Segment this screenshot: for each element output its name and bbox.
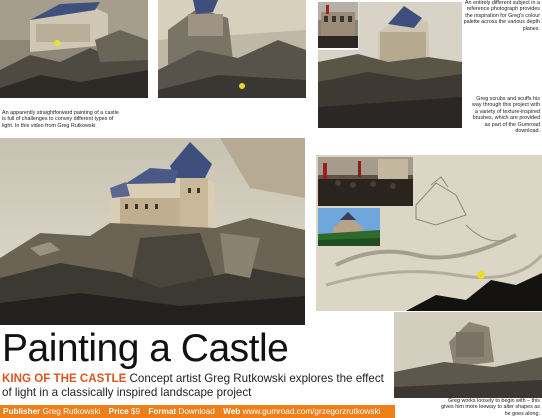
reference-photo-city <box>318 2 358 48</box>
caption-progress-1: An apparently straightforward painting o… <box>2 110 119 129</box>
main-castle-painting <box>0 138 305 325</box>
product-info-bar: Publisher Greg Rutkowski Price $9 Format… <box>0 405 395 418</box>
price-label: Price <box>108 407 129 416</box>
caption-reference-photo: An entirely different subject in a refer… <box>463 0 540 32</box>
painting-progress-1 <box>0 0 148 98</box>
publisher-value: Greg Rutkowski <box>42 407 101 416</box>
format-label: Format <box>148 407 177 416</box>
caption-loose-start: Greg works loosely to begin with – this … <box>441 398 540 417</box>
article-title: Painting a Castle <box>2 327 289 370</box>
caption-brushes: Greg scrubs and scuffs his way through t… <box>471 96 540 135</box>
reference-photo-crowd <box>318 157 413 206</box>
web-link[interactable]: www.gumroad.com/grzegorzrutkowski <box>243 407 381 416</box>
publisher-label: Publisher <box>3 407 41 416</box>
standfirst: KING OF THE CASTLE Concept artist Greg R… <box>2 372 392 399</box>
painting-progress-2 <box>158 0 306 98</box>
format-value: Download <box>178 407 215 416</box>
reference-photo-castle <box>318 208 380 246</box>
web-label: Web <box>223 407 241 416</box>
price-value: $9 <box>130 407 141 416</box>
painting-progress-rough <box>394 312 542 398</box>
kicker: KING OF THE CASTLE <box>2 372 127 385</box>
